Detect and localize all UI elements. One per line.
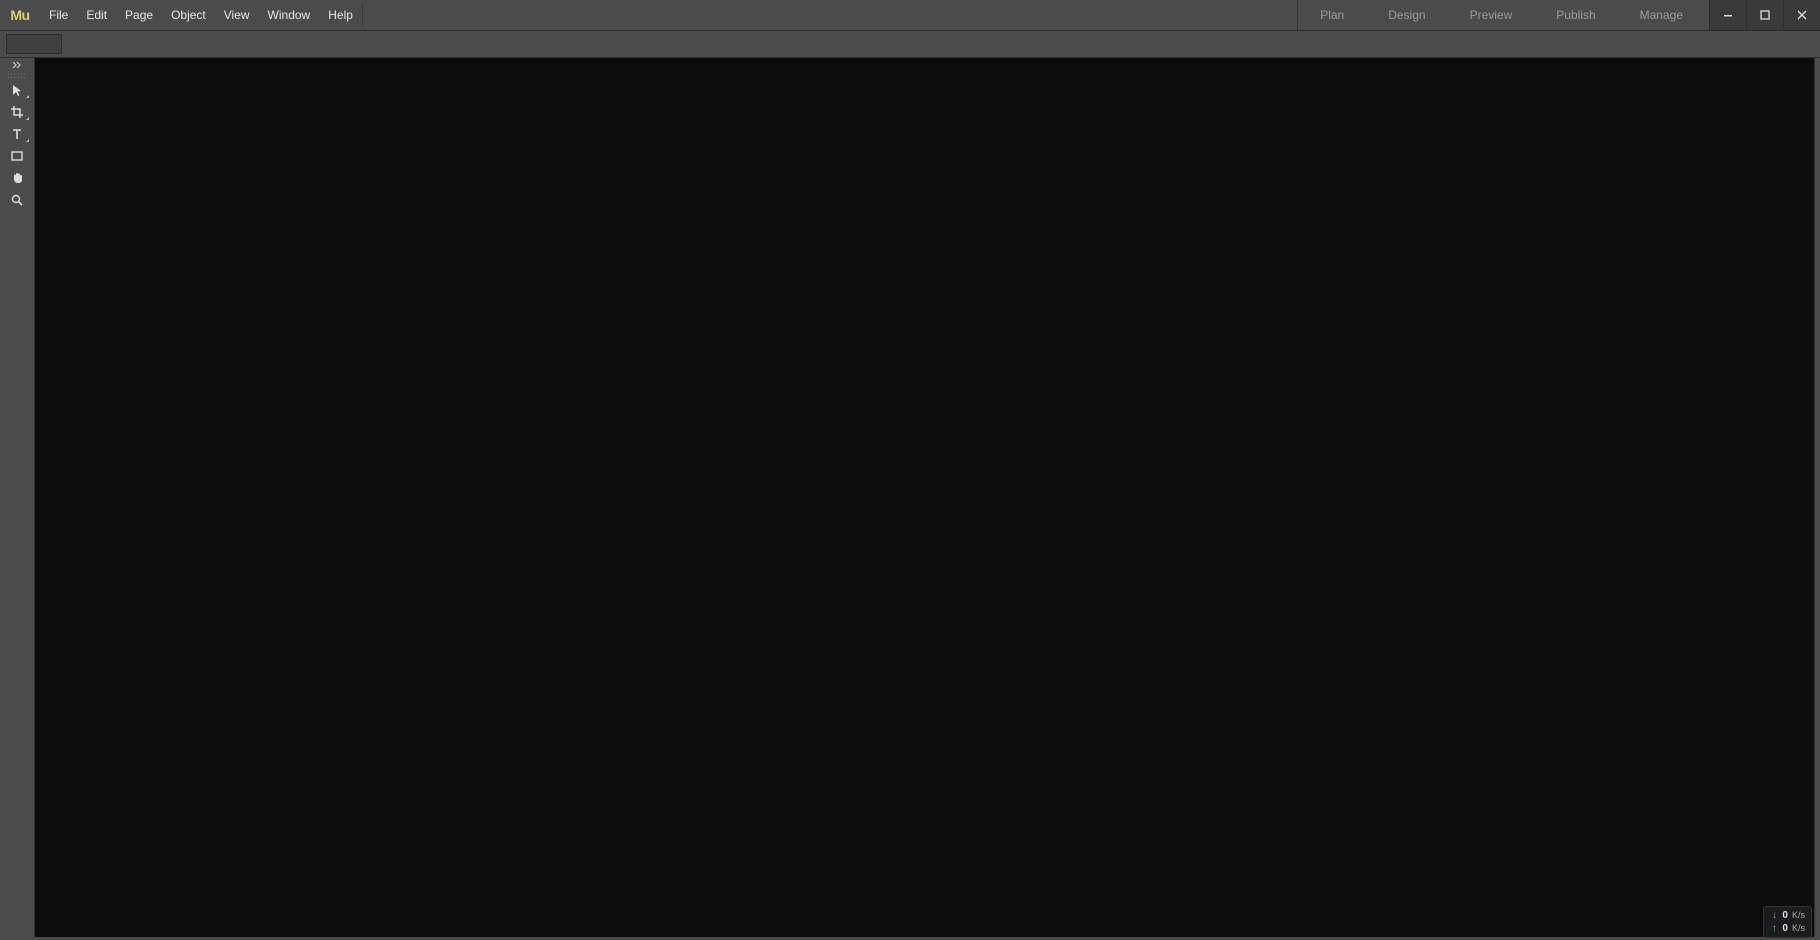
download-value: 0 xyxy=(1782,909,1788,922)
menu-edit[interactable]: Edit xyxy=(77,0,116,30)
menu-help[interactable]: Help xyxy=(319,0,362,30)
text-icon xyxy=(10,127,24,141)
download-arrow-icon: ↓ xyxy=(1770,909,1778,922)
control-bar-input[interactable] xyxy=(6,34,62,54)
tool-submenu-indicator-icon xyxy=(26,95,29,98)
menu-view[interactable]: View xyxy=(215,0,259,30)
selection-icon xyxy=(10,83,24,97)
tool-submenu-indicator-icon xyxy=(26,117,29,120)
mode-tab-design[interactable]: Design xyxy=(1366,0,1447,30)
mode-tab-manage[interactable]: Manage xyxy=(1618,0,1705,30)
mode-tabs: Plan Design Preview Publish Manage xyxy=(1297,0,1705,30)
selection-tool[interactable] xyxy=(3,80,31,100)
minimize-icon xyxy=(1723,10,1733,20)
maximize-icon xyxy=(1760,10,1770,20)
main-area: :::::: xyxy=(0,58,1820,940)
network-upload-row: ↑ 0 K/s xyxy=(1770,922,1805,935)
control-bar xyxy=(0,31,1820,58)
upload-unit: K/s xyxy=(1792,922,1805,935)
tool-submenu-indicator-icon xyxy=(26,139,29,142)
hand-tool[interactable] xyxy=(3,168,31,188)
menu-file[interactable]: File xyxy=(40,0,77,30)
crop-tool[interactable] xyxy=(3,102,31,122)
zoom-tool[interactable] xyxy=(3,190,31,210)
app-logo[interactable]: Mu xyxy=(0,0,40,30)
zoom-icon xyxy=(10,193,24,207)
panel-drag-handle[interactable]: :::::: xyxy=(4,72,30,78)
mode-tab-publish[interactable]: Publish xyxy=(1534,0,1617,30)
menu-object[interactable]: Object xyxy=(162,0,215,30)
document-canvas[interactable] xyxy=(35,58,1815,940)
menu-divider xyxy=(362,3,363,27)
window-controls xyxy=(1709,0,1820,30)
menubar: Mu File Edit Page Object View Window Hel… xyxy=(0,0,1820,31)
hand-icon xyxy=(10,171,24,185)
window-minimize-button[interactable] xyxy=(1709,0,1746,30)
download-unit: K/s xyxy=(1792,909,1805,922)
menu-page[interactable]: Page xyxy=(116,0,162,30)
upload-arrow-icon: ↑ xyxy=(1770,922,1778,935)
chevron-right-double-icon xyxy=(12,61,22,69)
mode-tab-preview[interactable]: Preview xyxy=(1448,0,1535,30)
tools-panel: :::::: xyxy=(0,58,35,940)
close-icon xyxy=(1797,10,1807,20)
rectangle-icon xyxy=(10,149,24,163)
rectangle-tool[interactable] xyxy=(3,146,31,166)
network-download-row: ↓ 0 K/s xyxy=(1770,909,1805,922)
text-tool[interactable] xyxy=(3,124,31,144)
window-maximize-button[interactable] xyxy=(1746,0,1783,30)
crop-icon xyxy=(10,105,24,119)
menu-window[interactable]: Window xyxy=(259,0,320,30)
mode-tab-plan[interactable]: Plan xyxy=(1298,0,1366,30)
window-close-button[interactable] xyxy=(1783,0,1820,30)
collapse-panels-button[interactable] xyxy=(0,60,34,70)
right-frame-strip xyxy=(1815,58,1820,940)
menu-items: File Edit Page Object View Window Help xyxy=(40,0,362,30)
upload-value: 0 xyxy=(1782,922,1788,935)
network-speed-overlay: ↓ 0 K/s ↑ 0 K/s xyxy=(1763,906,1812,938)
